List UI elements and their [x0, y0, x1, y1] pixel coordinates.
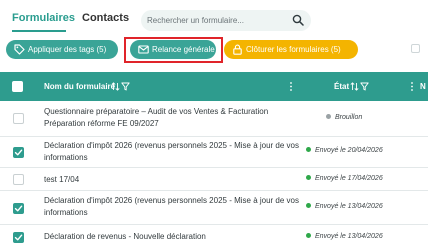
table-row[interactable]: Déclaration de revenus - Nouvelle déclar… [0, 225, 428, 250]
table-row[interactable]: Déclaration d'impôt 2026 (revenus person… [0, 191, 428, 225]
status-badge: Envoyé le 20/04/2026 [306, 146, 383, 154]
sort-icon[interactable] [111, 82, 120, 91]
status-dot [306, 174, 311, 180]
apply-tags-label: Appliquer des tags (5) [28, 45, 107, 54]
row-checkbox[interactable] [13, 174, 24, 185]
status-text: Envoyé le 13/04/2026 [315, 233, 383, 240]
search-box [141, 10, 311, 31]
checkmark-icon [14, 149, 23, 156]
form-name[interactable]: test 17/04 [44, 174, 306, 186]
select-all-checkbox[interactable] [12, 81, 23, 92]
column-resize-handle[interactable] [290, 81, 292, 92]
filter-icon[interactable] [360, 82, 369, 91]
apply-tags-button[interactable]: Appliquer des tags (5) [6, 40, 118, 59]
table-row[interactable]: test 17/04 Envoyé le 17/04/2026 [0, 168, 428, 191]
form-name[interactable]: Questionnaire préparatoire – Audit de vo… [44, 106, 306, 130]
toolbar-checkbox[interactable] [411, 44, 420, 53]
status-text: Brouillon [335, 114, 363, 121]
lock-icon [233, 44, 242, 55]
status-badge: Brouillon [326, 113, 363, 121]
tab-contacts[interactable]: Contacts [82, 12, 129, 24]
form-name[interactable]: Déclaration de revenus - Nouvelle déclar… [44, 231, 306, 243]
search-input[interactable] [147, 13, 287, 28]
table-row[interactable]: Déclaration d'impôt 2026 (revenus person… [0, 137, 428, 168]
status-dot [306, 202, 311, 208]
status-text: Envoyé le 20/04/2026 [315, 147, 383, 154]
status-dot [326, 113, 331, 119]
column-header-etat[interactable]: État [334, 82, 349, 91]
cloturer-formulaires-label: Clôturer les formulaires (5) [246, 45, 341, 54]
filter-icon[interactable] [121, 82, 130, 91]
status-text: Envoyé le 17/04/2026 [315, 175, 383, 182]
cloturer-formulaires-button[interactable]: Clôturer les formulaires (5) [224, 40, 358, 59]
row-checkbox[interactable] [13, 113, 24, 124]
status-badge: Envoyé le 13/04/2026 [306, 202, 383, 210]
table-header: Nom du formulaire État N [0, 72, 428, 101]
table-row[interactable]: Questionnaire préparatoire – Audit de vo… [0, 101, 428, 137]
status-text: Envoyé le 13/04/2026 [315, 203, 383, 210]
active-tab-indicator [12, 30, 66, 32]
column-header-n[interactable]: N [420, 82, 426, 91]
row-checkbox[interactable] [13, 232, 24, 243]
checkmark-icon [14, 234, 23, 241]
column-resize-handle[interactable] [411, 81, 413, 92]
highlight-frame [124, 37, 223, 63]
row-checkbox[interactable] [13, 147, 24, 158]
checkmark-icon [14, 205, 23, 212]
row-checkbox[interactable] [13, 203, 24, 214]
column-header-nom[interactable]: Nom du formulaire [44, 82, 115, 91]
form-name[interactable]: Déclaration d'impôt 2026 (revenus person… [44, 140, 306, 164]
search-icon[interactable] [292, 14, 304, 26]
status-dot [306, 146, 311, 152]
status-dot [306, 232, 311, 238]
status-badge: Envoyé le 13/04/2026 [306, 232, 383, 240]
tab-formulaires[interactable]: Formulaires [12, 12, 75, 24]
form-name[interactable]: Déclaration d'impôt 2026 (revenus person… [44, 195, 306, 219]
status-badge: Envoyé le 17/04/2026 [306, 174, 383, 182]
tag-icon [14, 44, 25, 55]
sort-icon[interactable] [350, 82, 359, 91]
